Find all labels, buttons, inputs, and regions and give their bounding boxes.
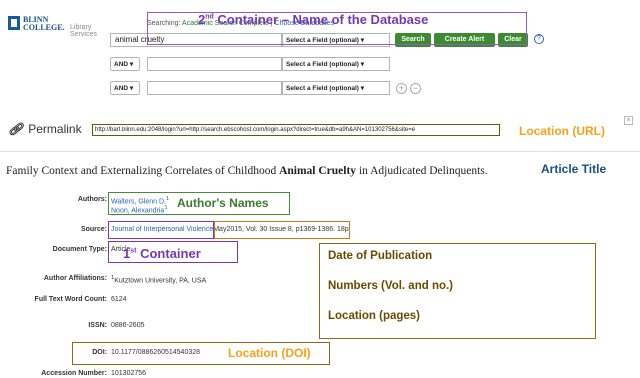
close-icon[interactable]: ×: [624, 116, 633, 125]
boolean-select-1[interactable]: AND ▾: [110, 57, 140, 71]
wordcount-value: 6124: [111, 296, 127, 303]
blinn-logo[interactable]: BLINN COLLEGE. Library Services: [8, 14, 120, 38]
authors-label: Authors:: [77, 196, 107, 203]
affiliations-value: 1Kutztown University, PA, USA: [111, 275, 206, 284]
info-line-numbers: Numbers (Vol. and no.): [328, 280, 454, 292]
issn-label: ISSN:: [88, 322, 107, 329]
doi-annotation: Location (DOI): [228, 346, 311, 360]
article-title: Family Context and Externalizing Correla…: [6, 165, 488, 177]
authors-annotation: Author's Names: [177, 196, 269, 210]
remove-row-icon[interactable]: −: [410, 83, 421, 94]
accession-label: Accession Number:: [41, 370, 107, 377]
search-input-3[interactable]: [147, 81, 282, 95]
field-select-label: Select a Field (optional): [286, 61, 359, 68]
cont1-text: Container: [140, 246, 201, 261]
source-label: Source:: [80, 226, 107, 233]
boolean-select-2[interactable]: AND ▾: [110, 81, 140, 95]
doctype-label: Document Type:: [52, 246, 107, 253]
field-select-3[interactable]: Select a Field (optional) ▾: [282, 81, 390, 95]
boolean-label: AND: [114, 61, 129, 68]
db-annotation-super: nd: [205, 13, 214, 21]
db-annotation-text: Container – Name of the Database: [217, 12, 429, 27]
divider: [0, 151, 640, 152]
url-annotation: Location (URL): [519, 124, 605, 138]
container1-annotation: 1st Container: [123, 246, 201, 261]
title-part-bold: Animal Cruelty: [279, 165, 357, 177]
info-line-date: Date of Publication: [328, 250, 433, 262]
boolean-label: AND: [114, 85, 129, 92]
permalink-label: Permalink: [28, 122, 82, 136]
journal-annotation-box: [108, 221, 214, 239]
help-icon[interactable]: ?: [534, 34, 544, 44]
field-select-2[interactable]: Select a Field (optional) ▾: [282, 57, 390, 71]
database-annotation: 2nd Container – Name of the Database: [198, 12, 428, 27]
search-row-2: AND ▾ Select a Field (optional) ▾: [110, 57, 410, 73]
issn-value: 0886-2605: [111, 322, 145, 329]
search-input-2[interactable]: [147, 57, 282, 71]
info-line-pages: Location (pages): [328, 310, 421, 322]
cont1-super: st: [130, 247, 137, 255]
accession-value: 101302756: [111, 370, 147, 377]
add-row-icon[interactable]: +: [396, 83, 407, 94]
permalink: 🔗︎ Permalink: [8, 122, 82, 136]
affiliations-label: Author Affiliations:: [43, 275, 107, 282]
title-part-2: in Adjudicated Delinquents.: [356, 165, 488, 177]
title-part-1: Family Context and Externalizing Correla…: [6, 165, 280, 177]
affil-text: Kutztown University, PA, USA: [114, 277, 207, 285]
field-select-label: Select a Field (optional): [286, 85, 359, 92]
wordcount-label: Full Text Word Count:: [34, 296, 107, 303]
title-annotation: Article Title: [541, 162, 607, 176]
logo-mark-icon: [8, 16, 20, 30]
permalink-icon: 🔗︎: [8, 122, 24, 136]
logo-line2: COLLEGE.: [23, 23, 65, 32]
source-detail-annotation-box: [214, 221, 350, 239]
permalink-url[interactable]: http://bart.blinn.edu:2048/login?url=htt…: [92, 124, 500, 136]
search-row-3: AND ▾ Select a Field (optional) ▾ + −: [110, 81, 470, 97]
